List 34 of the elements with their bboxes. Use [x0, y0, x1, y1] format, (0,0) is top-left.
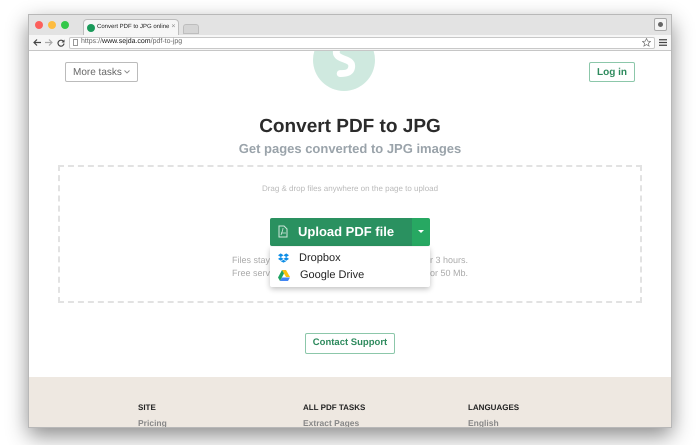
- contact-support-button[interactable]: Contact Support: [304, 332, 396, 354]
- footer-heading: SITE: [138, 402, 157, 414]
- page-icon: [73, 39, 78, 46]
- page-title: Convert PDF to JPG: [259, 116, 441, 138]
- footer-heading: ALL PDF TASKS: [303, 402, 366, 414]
- drop-zone[interactable]: Drag & drop files anywhere on the page to upload Upload PDF file Dropbox Google Drive Files stay r 3 hours. Free serv or 50 Mb.: [58, 164, 642, 302]
- chevron-down-icon: [124, 70, 130, 74]
- drive-icon: [278, 270, 290, 281]
- note-text: Files stay: [230, 254, 270, 267]
- note-text: or 50 Mb.: [430, 266, 470, 280]
- bookmark-star-icon[interactable]: [642, 38, 651, 47]
- caret-icon: [418, 230, 424, 234]
- forward-arrow-icon[interactable]: [45, 39, 53, 46]
- upload-button[interactable]: Upload PDF file: [270, 218, 412, 246]
- back-arrow-icon[interactable]: [33, 39, 41, 46]
- pdf-file-icon: [278, 225, 288, 238]
- login-button[interactable]: Log in: [589, 62, 635, 82]
- reload-icon[interactable]: [57, 38, 65, 46]
- menu-icon[interactable]: [659, 39, 667, 46]
- dropdown-toggle[interactable]: [412, 218, 430, 246]
- site-logo-icon: [87, 24, 95, 32]
- footer-link[interactable]: Pricing: [138, 418, 303, 427]
- note-text: r 3 hours.: [430, 254, 470, 267]
- page-subtitle: Get pages converted to JPG images: [238, 140, 462, 158]
- more-tasks-button[interactable]: More tasks: [65, 62, 138, 82]
- footer-link[interactable]: English: [468, 418, 633, 427]
- footer-link[interactable]: Extract Pages: [303, 418, 468, 427]
- menu-item[interactable]: Dropbox: [270, 250, 430, 267]
- footer-heading: LANGUAGES: [468, 402, 520, 414]
- drop-hint: Drag & drop files anywhere on the page to upload: [262, 182, 438, 195]
- menu-item[interactable]: Google Drive: [270, 266, 430, 284]
- profile-button[interactable]: [654, 18, 667, 31]
- dropbox-icon: [278, 253, 289, 264]
- note-text: Free serv: [230, 266, 270, 280]
